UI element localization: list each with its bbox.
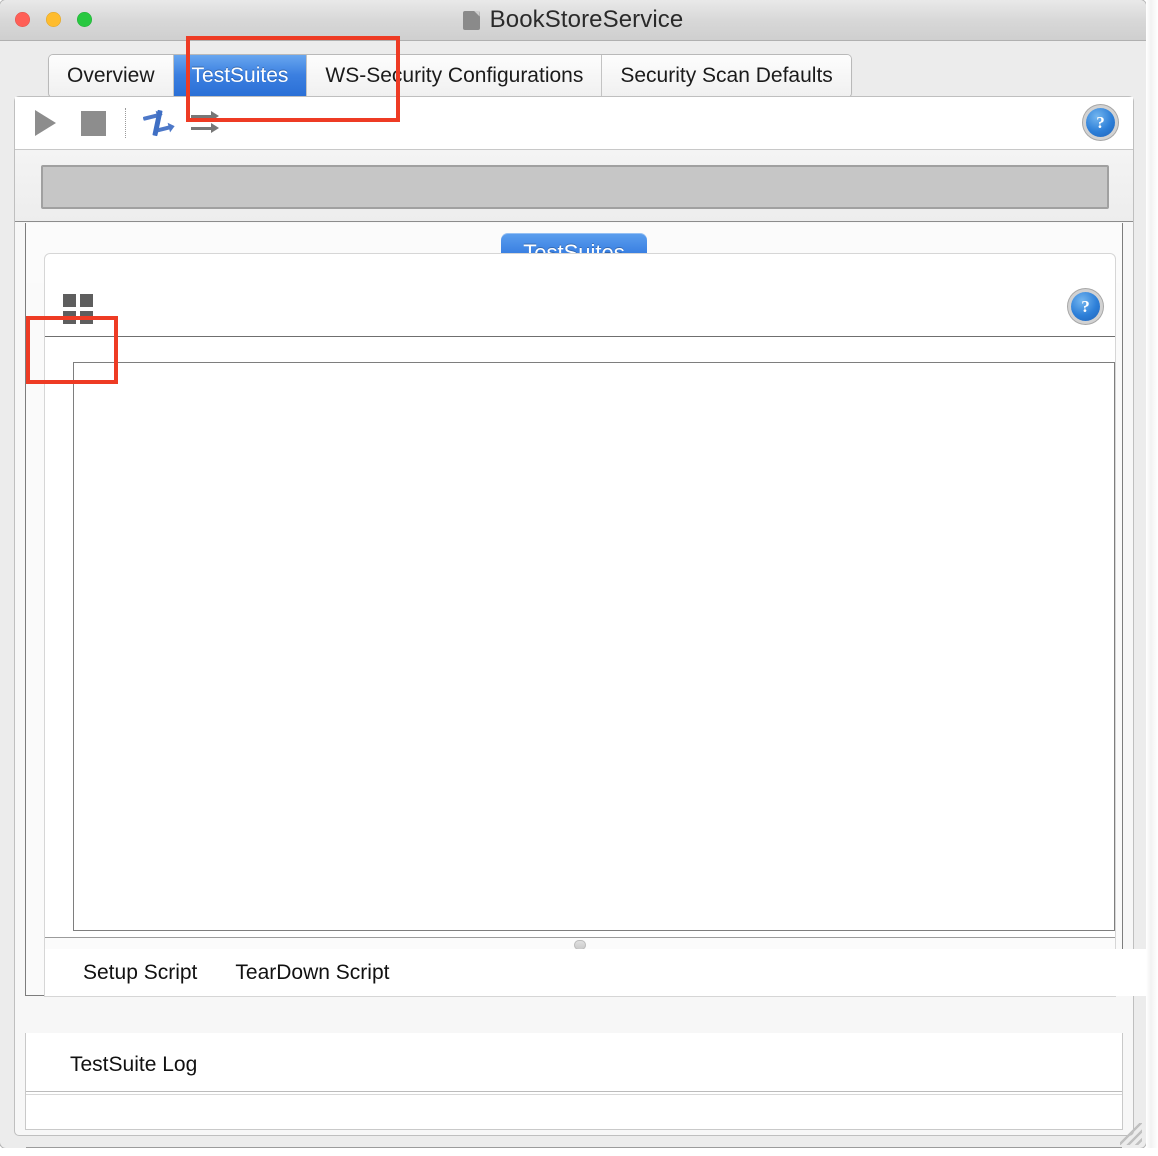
- help-icon[interactable]: ?: [1071, 292, 1100, 321]
- toolbar-separator: [125, 108, 127, 138]
- script-tab-row: Setup Script TearDown Script: [45, 949, 1146, 996]
- testsuites-inner-panel: TestSuites ? Setup Script TearDown Scrip…: [25, 223, 1146, 1148]
- window-bottom-edge: [0, 1148, 1158, 1156]
- tab-security-scan-defaults[interactable]: Security Scan Defaults: [602, 55, 851, 97]
- parallel-arrows-icon: [142, 109, 172, 137]
- application-window: BookStoreService Overview TestSuites WS-…: [0, 0, 1146, 1148]
- document-icon: [462, 10, 480, 30]
- main-tab-bar: Overview TestSuites WS-Security Configur…: [48, 54, 852, 98]
- window-titlebar[interactable]: BookStoreService: [0, 0, 1146, 41]
- testsuite-list-area[interactable]: [73, 362, 1115, 931]
- testsuite-log-panel: TestSuite Log: [25, 1033, 1123, 1130]
- test-progress-bar: [41, 165, 1109, 209]
- grid-view-toggle-icon[interactable]: [63, 293, 93, 324]
- tab-ws-security-configurations[interactable]: WS-Security Configurations: [307, 55, 603, 97]
- testsuite-log-title[interactable]: TestSuite Log: [70, 1053, 197, 1077]
- help-icon[interactable]: ?: [1086, 108, 1115, 137]
- toggle-parallel-sequential-button[interactable]: [139, 105, 175, 141]
- play-icon: [34, 110, 56, 136]
- window-title-group: BookStoreService: [0, 0, 1146, 40]
- double-arrow-icon: [190, 110, 220, 136]
- testsuite-toolbar: ?: [15, 97, 1133, 150]
- testsuites-subpanel: ? Setup Script TearDown Script: [44, 253, 1146, 997]
- window-right-edge: [1146, 0, 1158, 1156]
- run-button[interactable]: [27, 105, 63, 141]
- testsuite-list-toolbar: ?: [45, 281, 1115, 337]
- tab-teardown-script[interactable]: TearDown Script: [235, 961, 389, 985]
- window-title: BookStoreService: [489, 6, 684, 33]
- tab-testsuites[interactable]: TestSuites: [173, 55, 308, 97]
- tab-overview[interactable]: Overview: [49, 55, 174, 97]
- tab-setup-script[interactable]: Setup Script: [83, 961, 197, 985]
- stop-button[interactable]: [75, 105, 111, 141]
- stop-icon: [80, 110, 106, 136]
- log-divider: [26, 1091, 1122, 1092]
- window-resize-grip[interactable]: [1120, 1123, 1142, 1145]
- progress-area: [15, 150, 1133, 222]
- testsuites-panel: ? TestSuites ?: [14, 96, 1146, 1148]
- log-divider2: [26, 1094, 1122, 1095]
- sequence-arrows-button[interactable]: [187, 105, 223, 141]
